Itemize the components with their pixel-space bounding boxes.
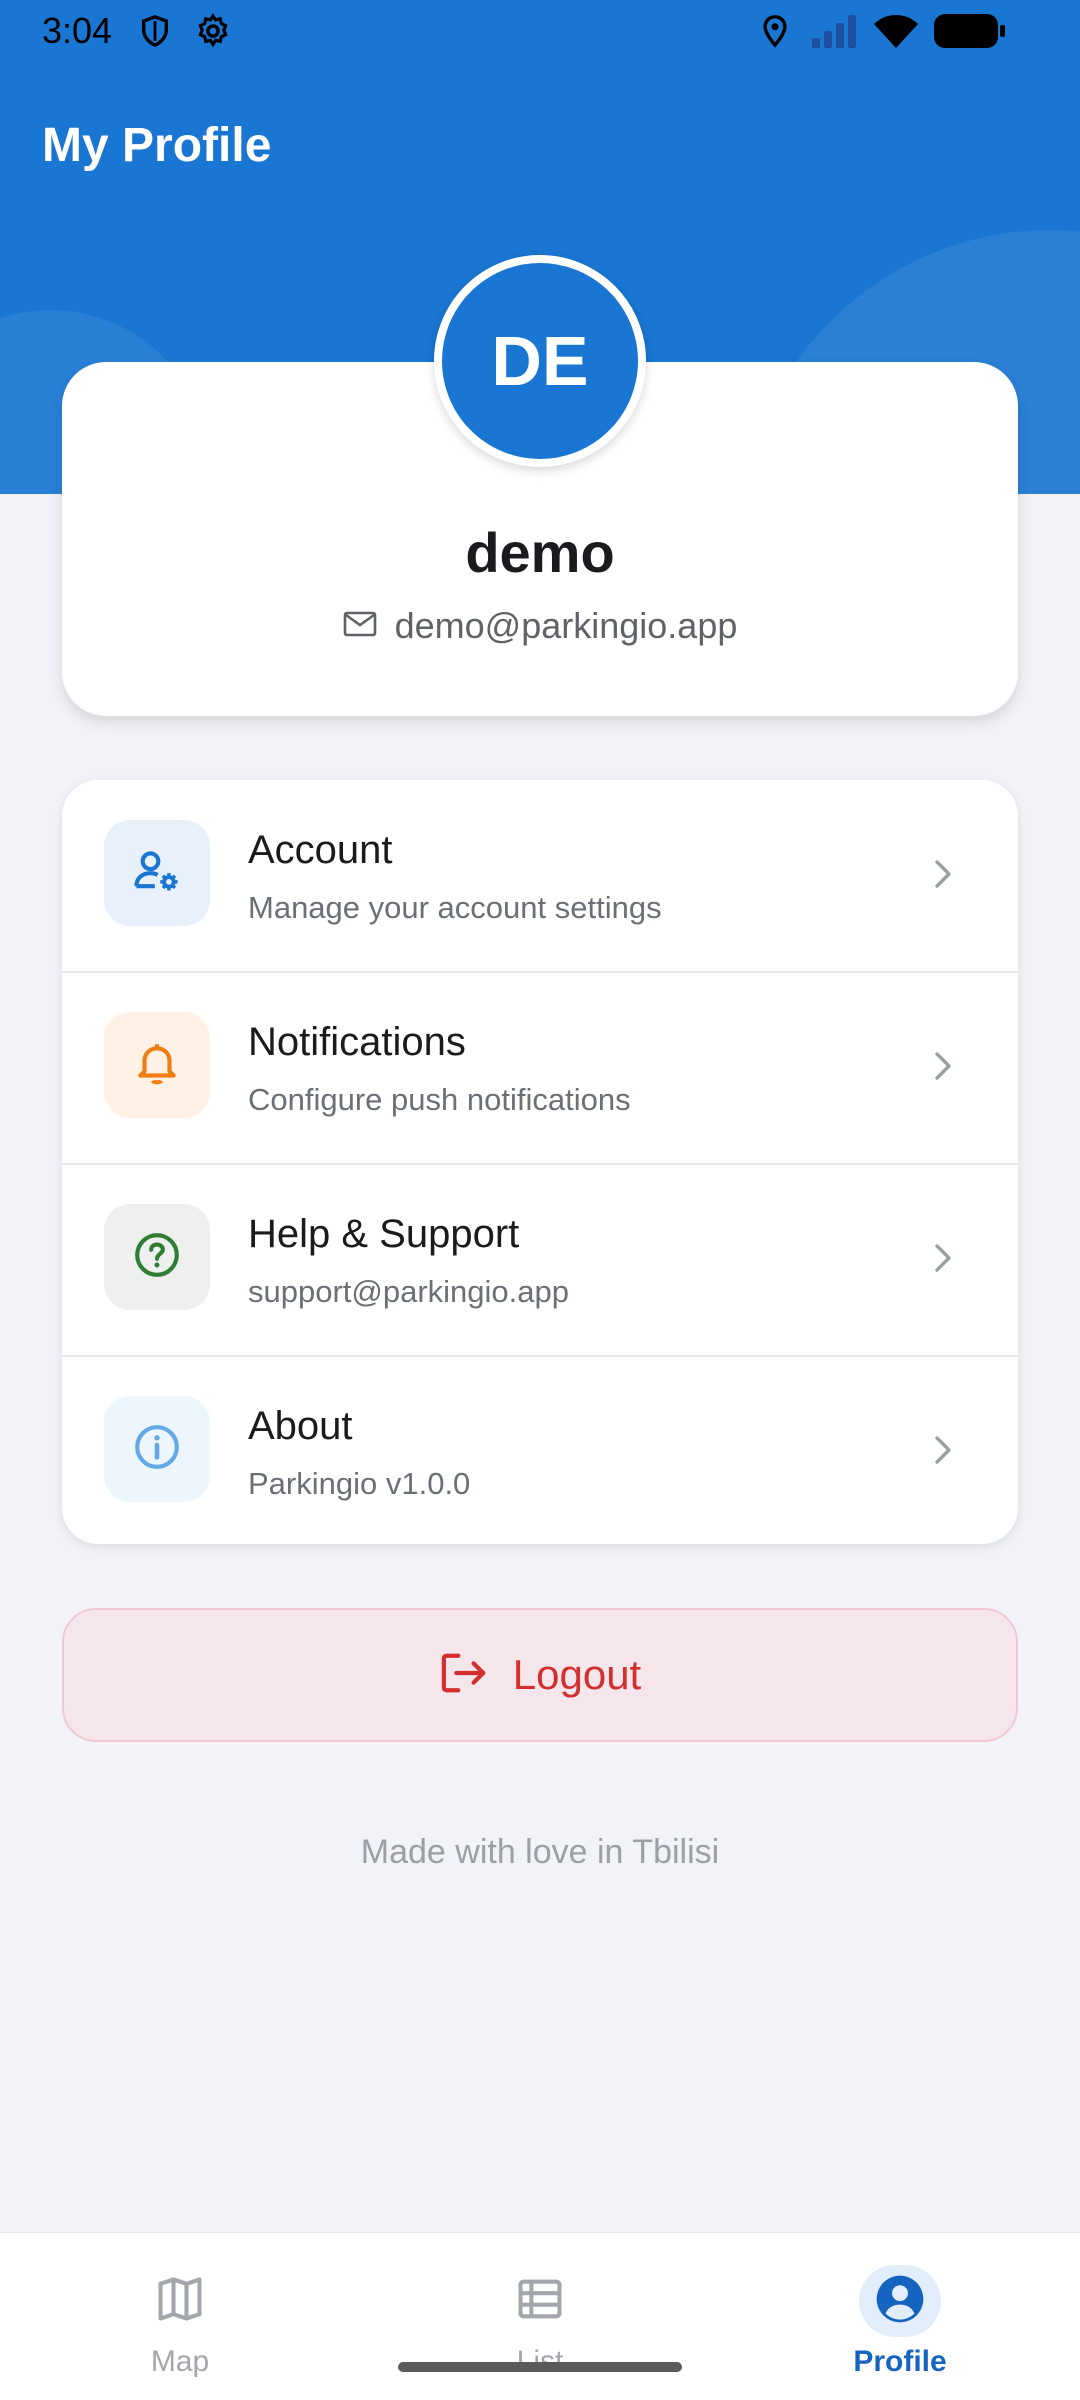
account-settings-icon	[131, 845, 183, 902]
nav-tab-list[interactable]: List	[360, 2233, 720, 2400]
menu-item-help-support[interactable]: Help & Support support@parkingio.app	[62, 1164, 1018, 1355]
logout-icon	[439, 1650, 489, 1701]
menu-item-title: About	[248, 1404, 353, 1448]
help-icon-box	[104, 1204, 210, 1310]
list-icon	[514, 2273, 566, 2330]
nav-label: Profile	[853, 2345, 947, 2378]
nav-tab-map[interactable]: Map	[0, 2233, 360, 2400]
profile-icon	[872, 2271, 928, 2332]
home-indicator[interactable]	[398, 2362, 682, 2372]
list-icon-wrap	[499, 2265, 581, 2337]
status-time: 3:04	[42, 10, 113, 51]
menu-item-title: Notifications	[248, 1020, 466, 1064]
page-title: My Profile	[42, 119, 272, 172]
user-email-row: demo@parkingio.app	[0, 605, 1080, 647]
cellular-signal-icon	[810, 14, 860, 53]
menu-item-subtitle: support@parkingio.app	[248, 1274, 570, 1309]
help-circle-icon	[132, 1230, 182, 1285]
account-icon-box	[104, 820, 210, 926]
map-icon-wrap	[139, 2265, 221, 2337]
settings-menu: Account Manage your account settings Not…	[62, 780, 1018, 1544]
chevron-right-icon	[932, 1430, 956, 1475]
settings-icon	[194, 12, 232, 55]
avatar: DE	[434, 255, 646, 467]
status-bar: 3:04	[0, 0, 1080, 64]
menu-item-account[interactable]: Account Manage your account settings	[62, 780, 1018, 971]
info-icon	[132, 1422, 182, 1477]
menu-item-title: Help & Support	[248, 1212, 520, 1256]
battery-icon	[934, 14, 1006, 53]
chevron-right-icon	[932, 854, 956, 899]
about-icon-box	[104, 1396, 210, 1502]
avatar-initials: DE	[491, 322, 589, 400]
chevron-right-icon	[932, 1238, 956, 1283]
menu-item-subtitle: Parkingio v1.0.0	[248, 1466, 471, 1501]
bell-icon	[132, 1038, 182, 1093]
profile-icon-wrap	[859, 2265, 941, 2337]
chevron-right-icon	[932, 1046, 956, 1091]
logout-button[interactable]: Logout	[62, 1608, 1018, 1742]
user-name: demo	[465, 521, 615, 584]
shield-icon	[138, 12, 172, 55]
map-icon	[154, 2273, 206, 2330]
menu-item-about[interactable]: About Parkingio v1.0.0	[62, 1356, 1018, 1544]
user-email: demo@parkingio.app	[394, 605, 738, 646]
menu-item-title: Account	[248, 828, 393, 872]
wifi-icon	[872, 12, 920, 55]
mail-icon	[343, 610, 377, 643]
menu-item-subtitle: Manage your account settings	[248, 890, 662, 925]
nav-tab-profile[interactable]: Profile	[720, 2233, 1080, 2400]
notifications-icon-box	[104, 1012, 210, 1118]
menu-item-subtitle: Configure push notifications	[248, 1082, 631, 1117]
footer-tagline: Made with love in Tbilisi	[360, 1833, 720, 1871]
location-icon	[758, 12, 792, 55]
nav-label: Map	[150, 2345, 210, 2378]
bottom-navigation: Map List Profile	[0, 2232, 1080, 2400]
logout-label: Logout	[512, 1651, 642, 1698]
menu-item-notifications[interactable]: Notifications Configure push notificatio…	[62, 972, 1018, 1163]
